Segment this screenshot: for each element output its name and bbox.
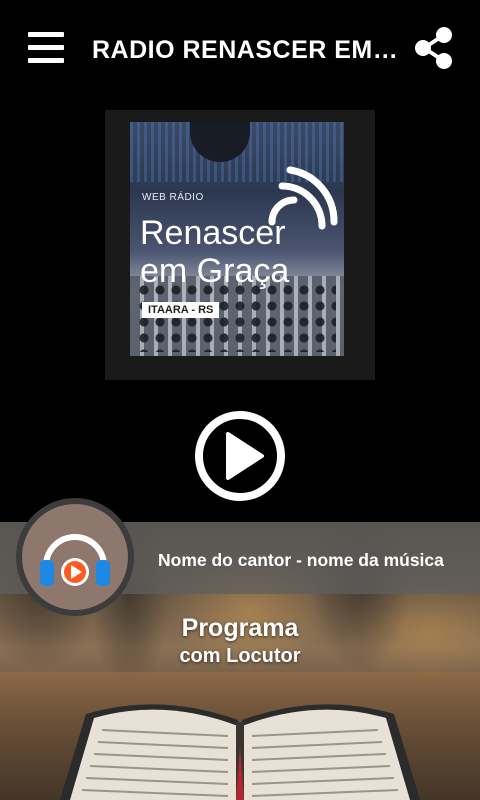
program-avatar bbox=[16, 498, 134, 616]
play-button[interactable] bbox=[194, 410, 286, 502]
logo-location-badge: ITAARA - RS bbox=[142, 302, 220, 318]
logo-name-line2: em Graça bbox=[140, 252, 290, 290]
play-icon bbox=[195, 411, 285, 501]
now-playing-text: Nome do cantor - nome da música bbox=[158, 550, 444, 570]
hamburger-menu-icon[interactable] bbox=[28, 32, 64, 64]
program-host: com Locutor bbox=[179, 645, 301, 667]
logo-name-line1: Renascer bbox=[140, 214, 286, 252]
program-title: Programa bbox=[181, 614, 299, 642]
app-header: RADIO RENASCER EM ... bbox=[0, 0, 480, 100]
station-logo-image: WEB RÁDIO Renascer em Graça ITAARA - RS bbox=[130, 122, 344, 356]
logo-kicker: WEB RÁDIO bbox=[142, 192, 204, 203]
app-title: RADIO RENASCER EM ... bbox=[92, 36, 402, 64]
station-logo: WEB RÁDIO Renascer em Graça ITAARA - RS bbox=[105, 110, 375, 380]
open-bible-image bbox=[60, 704, 420, 800]
share-icon[interactable] bbox=[414, 26, 454, 70]
headphones-icon bbox=[40, 534, 110, 586]
